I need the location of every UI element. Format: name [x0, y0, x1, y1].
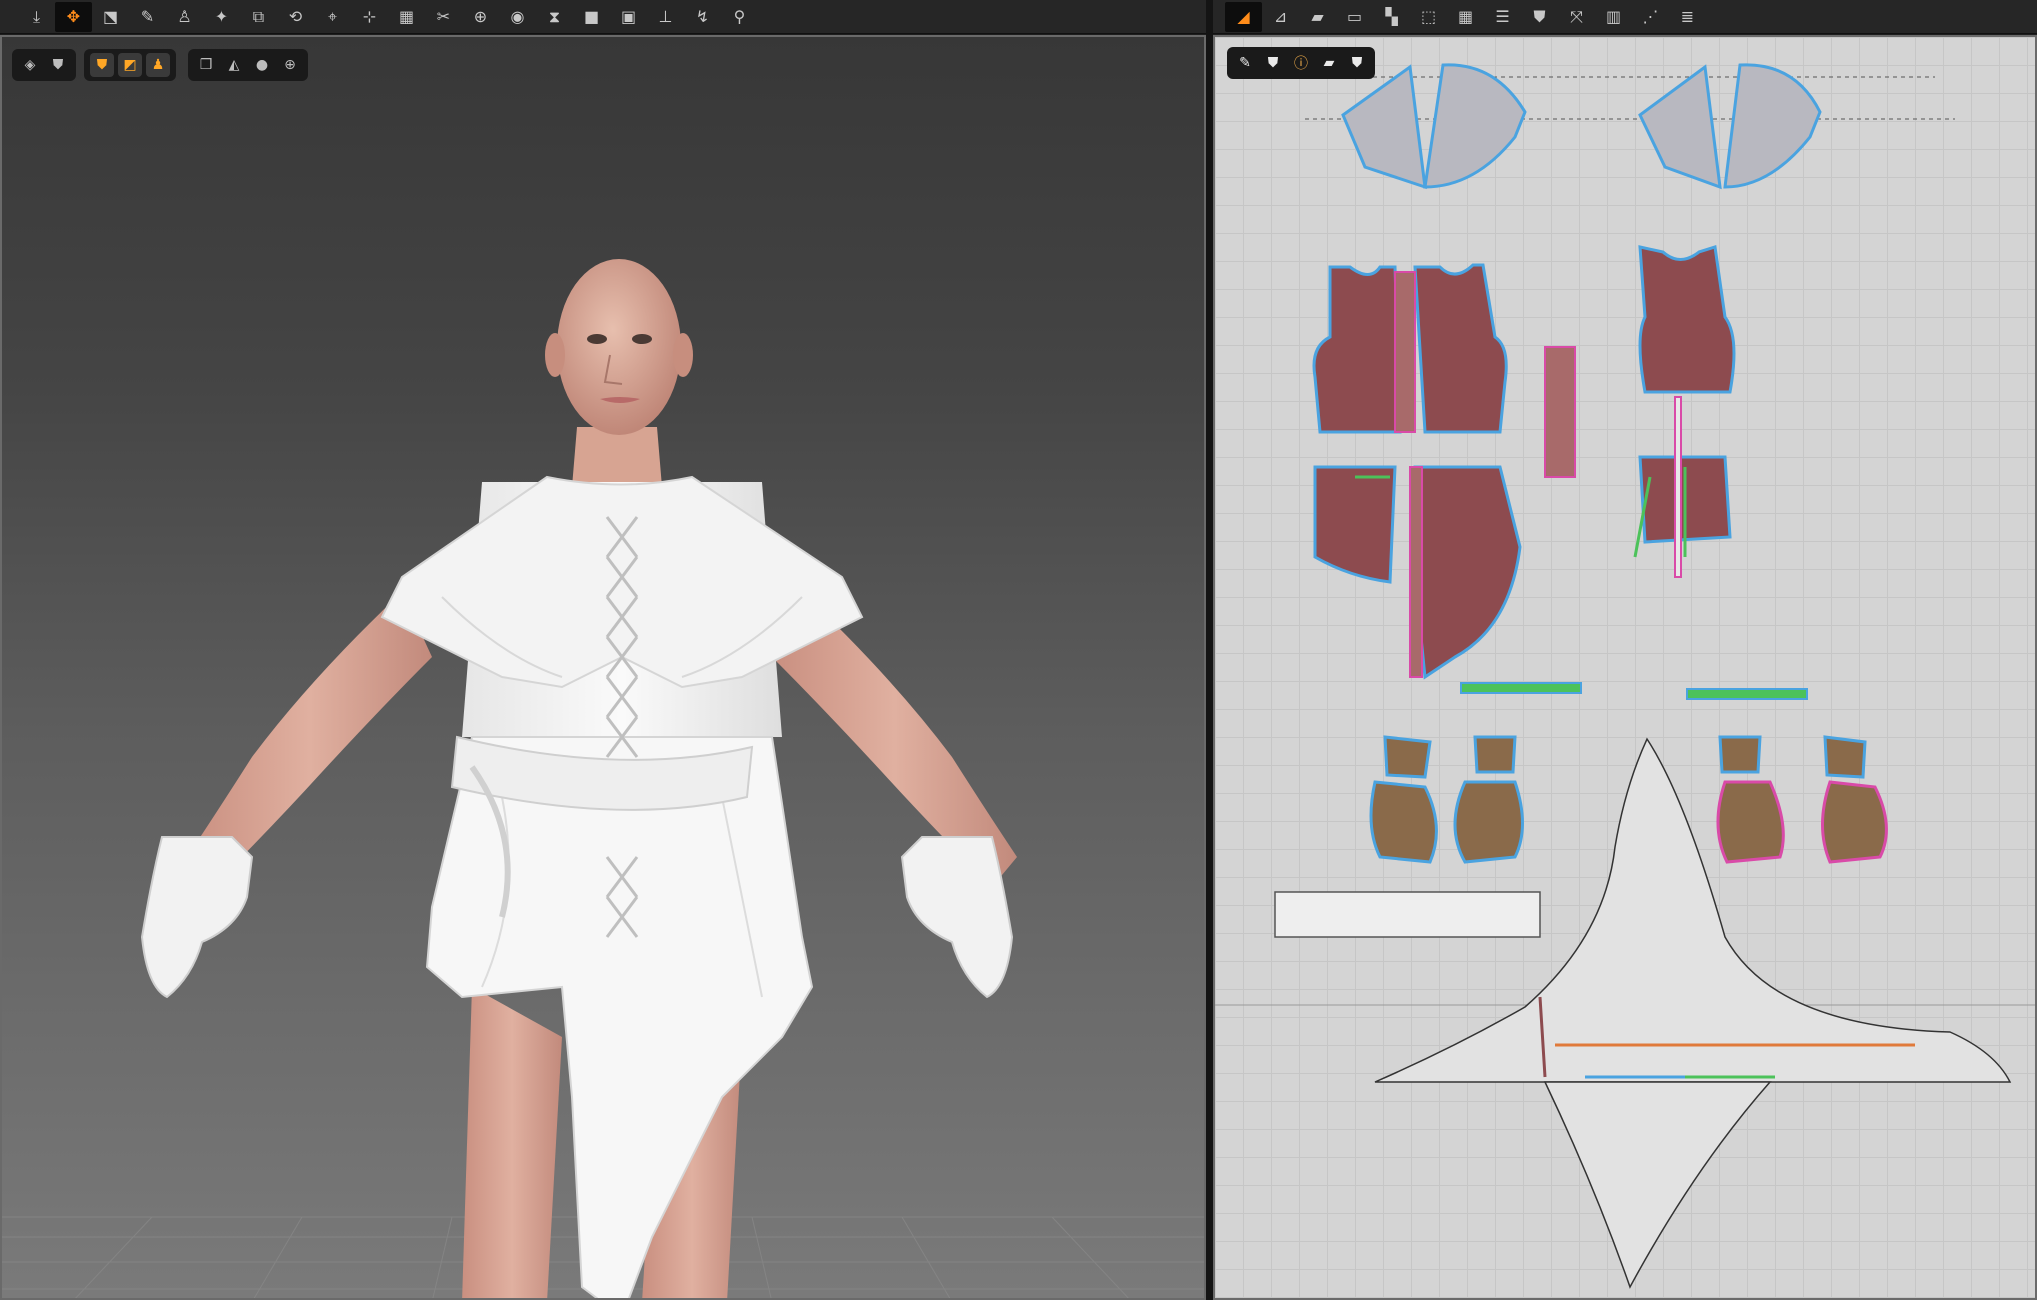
select-move-icon[interactable]: ✥ — [55, 1, 92, 32]
shirt-icon[interactable]: ⛊ — [1521, 2, 1558, 32]
square-alt-icon[interactable]: ▣ — [610, 2, 647, 32]
avatar-scene — [2, 259, 1204, 1298]
download-icon[interactable]: ⤓ — [18, 2, 55, 32]
square-icon[interactable]: ■ — [573, 2, 610, 32]
ruler-icon[interactable]: ⋰ — [1632, 2, 1669, 32]
segment-sew-icon[interactable]: ⤧ — [1558, 2, 1595, 32]
pattern-piece[interactable] — [1686, 688, 1808, 700]
sewing-icon[interactable]: ⊕ — [462, 2, 499, 32]
wand-icon[interactable]: ✦ — [203, 2, 240, 32]
hook-icon[interactable]: ↯ — [684, 2, 721, 32]
scissors-icon[interactable]: ✂ — [425, 2, 462, 32]
pattern-piece[interactable] — [1453, 780, 1524, 864]
pattern-piece[interactable] — [1369, 780, 1438, 864]
pattern-piece[interactable] — [1312, 265, 1402, 434]
rectangle-icon[interactable]: ▭ — [1336, 2, 1373, 32]
shirt-white-icon[interactable]: ⛊ — [1261, 51, 1285, 75]
pattern-piece[interactable] — [1473, 735, 1517, 774]
avatar-orange-icon[interactable]: ♟ — [146, 53, 170, 77]
shirt-lock-icon[interactable]: ⛊ — [1345, 51, 1369, 75]
pleat-icon[interactable]: ▥ — [1595, 2, 1632, 32]
eraser-icon[interactable]: ▰ — [1317, 51, 1341, 75]
measure-icon[interactable]: ⊥ — [647, 2, 684, 32]
pattern-piece-skirt-lower[interactable] — [1543, 1081, 1772, 1289]
pattern-piece[interactable] — [1460, 682, 1582, 694]
viewport-tools-group-2: ⛊ ◩ ♟ — [84, 49, 176, 81]
zipper-icon[interactable]: ⧗ — [536, 2, 573, 32]
pattern-piece[interactable] — [1409, 466, 1423, 678]
grid-select-icon[interactable]: ▦ — [388, 2, 425, 32]
info-icon[interactable]: ⓘ — [1289, 51, 1313, 75]
garment-fold-icon[interactable]: ⧉ — [240, 2, 277, 32]
edit-pattern-icon[interactable]: ◢ — [1225, 1, 1262, 32]
pattern-piece[interactable] — [1341, 64, 1427, 190]
cube-view-icon[interactable]: ◈ — [18, 53, 42, 77]
viewport-3d[interactable]: ◈ ⛊ ⛊ ◩ ♟ ❒ ◭ ● ⊕ — [0, 35, 1206, 1300]
pattern-tools: ✎ ⛊ ⓘ ▰ ⛊ — [1227, 47, 1375, 79]
button-icon[interactable]: ◉ — [499, 2, 536, 32]
pattern-piece[interactable] — [1723, 63, 1822, 189]
polygon-icon[interactable]: ▰ — [1299, 2, 1336, 32]
belt-strips[interactable] — [1460, 682, 1808, 700]
transform-icon[interactable]: ⬔ — [92, 2, 129, 32]
pattern-piece[interactable] — [1544, 346, 1576, 478]
pattern-piece-strap[interactable] — [1274, 891, 1541, 938]
viewport-tools-group-3: ❒ ◭ ● ⊕ — [188, 49, 308, 81]
grid-icon[interactable]: ▦ — [1447, 2, 1484, 32]
pattern-piece[interactable] — [1413, 465, 1522, 680]
avatar-icon[interactable]: ♙ — [166, 2, 203, 32]
tape-icon[interactable]: ≣ — [1669, 2, 1706, 32]
pattern-piece[interactable] — [1394, 271, 1416, 433]
pattern-piece[interactable] — [1821, 780, 1888, 864]
toolbar-2d: ◢ ⊿ ▰ ▭ ▚ ⬚ ▦ ☰ ⛊ ⤧ ▥ ⋰ ≣ — [1213, 0, 2037, 34]
window-splitter[interactable] — [1206, 0, 1213, 1300]
pin-icon[interactable]: ⌖ — [314, 2, 351, 32]
pattern-piece[interactable] — [1716, 780, 1785, 864]
pattern-piece[interactable] — [1413, 263, 1508, 434]
layers-icon[interactable]: ❒ — [194, 53, 218, 77]
garment-flip-icon[interactable]: ⟲ — [277, 2, 314, 32]
internal-polygon-icon[interactable]: ▚ — [1373, 2, 1410, 32]
pattern-canvas[interactable] — [1215, 37, 2037, 1300]
skin-icon[interactable]: ● — [250, 53, 274, 77]
pattern-piece[interactable] — [1313, 465, 1397, 584]
fabric-icon[interactable]: ◭ — [222, 53, 246, 77]
garment-view-icon[interactable]: ⛊ — [46, 53, 70, 77]
globe-icon[interactable]: ⊕ — [278, 53, 302, 77]
pattern-piece[interactable] — [1674, 396, 1682, 578]
walk-icon[interactable]: ⚲ — [721, 2, 758, 32]
shirt-orange-icon[interactable]: ⛊ — [90, 53, 114, 77]
pattern-piece[interactable] — [1638, 245, 1736, 394]
brush-icon[interactable]: ✎ — [129, 2, 166, 32]
edit-point-icon[interactable]: ⊿ — [1262, 2, 1299, 32]
pattern-pieces-bodice[interactable] — [1312, 245, 1736, 680]
fold-icon[interactable]: ☰ — [1484, 2, 1521, 32]
pattern-piece[interactable] — [1823, 735, 1867, 779]
texture-icon[interactable]: ◩ — [118, 53, 142, 77]
pattern-piece[interactable] — [1383, 735, 1432, 779]
pen-icon[interactable]: ✎ — [1233, 51, 1257, 75]
viewport-tools-group-1: ◈ ⛊ — [12, 49, 76, 81]
tack-icon[interactable]: ⊹ — [351, 2, 388, 32]
pattern-piece[interactable] — [1638, 64, 1722, 190]
pattern-piece[interactable] — [1423, 63, 1527, 189]
pattern-piece[interactable] — [1718, 735, 1762, 774]
toolbar-3d: ⤓ ✥ ⬔ ✎ ♙ ✦ ⧉ ⟲ ⌖ ⊹ ▦ ✂ ⊕ ◉ ⧗ ■ ▣ ⊥ ↯ ⚲ — [0, 0, 1206, 34]
trace-icon[interactable]: ⬚ — [1410, 2, 1447, 32]
pattern-window-2d[interactable]: ✎ ⛊ ⓘ ▰ ⛊ — [1213, 35, 2037, 1300]
pattern-pieces-cape[interactable] — [1341, 63, 1822, 190]
